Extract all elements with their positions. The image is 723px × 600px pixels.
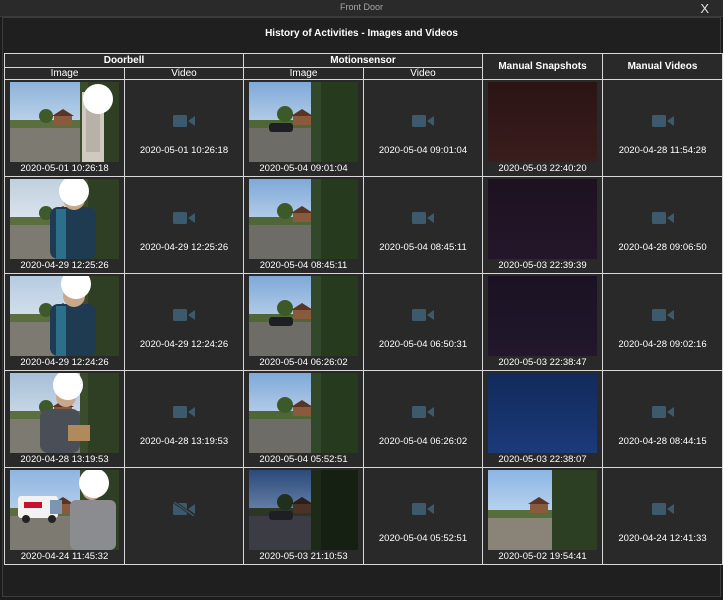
- motionsensor-header: Motionsensor: [243, 53, 483, 68]
- table-row: 2020-05-01 10:26:18 2020-05-01 10:26:18 …: [4, 79, 723, 177]
- thumbnail-image[interactable]: [488, 179, 597, 259]
- video-timestamp: 2020-04-24 12:41:33: [618, 533, 707, 544]
- manual-video-cell[interactable]: 2020-04-28 09:02:16: [602, 273, 723, 371]
- video-timestamp: 2020-04-28 11:54:28: [618, 145, 707, 156]
- thumbnail-image[interactable]: [488, 82, 597, 162]
- motion-image-cell[interactable]: 2020-05-04 08:45:11: [243, 176, 364, 274]
- motion-video-cell[interactable]: 2020-05-04 08:45:11: [363, 176, 483, 274]
- privacy-mask: [83, 84, 113, 114]
- manual-video-cell[interactable]: 2020-04-24 12:41:33: [602, 467, 723, 565]
- motion-image-cell[interactable]: 2020-05-04 09:01:04: [243, 79, 364, 177]
- manual-snapshot-cell[interactable]: 2020-05-03 22:40:20: [482, 79, 603, 177]
- image-timestamp: 2020-05-04 06:26:02: [259, 357, 348, 368]
- image-timestamp: 2020-05-03 22:40:20: [498, 163, 587, 174]
- video-timestamp: 2020-04-29 12:24:26: [139, 339, 229, 350]
- image-timestamp: 2020-04-24 11:45:32: [20, 551, 109, 562]
- manual-snapshot-cell[interactable]: 2020-05-03 22:39:39: [482, 176, 603, 274]
- doorbell-header: Doorbell: [4, 53, 244, 68]
- doorbell-video-cell[interactable]: 2020-04-29 12:24:26: [124, 273, 244, 371]
- thumbnail-image[interactable]: [10, 276, 119, 356]
- doorbell-image-cell[interactable]: 2020-04-28 13:19:53: [4, 370, 125, 468]
- thumbnail-image[interactable]: [249, 82, 358, 162]
- doorbell-video-cell[interactable]: 2020-05-01 10:26:18: [124, 79, 244, 177]
- doorbell-image-cell[interactable]: 2020-04-29 12:25:26: [4, 176, 125, 274]
- image-timestamp: 2020-04-28 13:19:53: [20, 454, 109, 465]
- image-timestamp: 2020-04-29 12:24:26: [20, 357, 109, 368]
- page-title: History of Activities - Images and Video…: [265, 28, 458, 39]
- thumbnail-image[interactable]: [10, 470, 119, 550]
- video-timestamp: 2020-05-04 06:26:02: [378, 436, 468, 447]
- video-timestamp: 2020-05-04 06:50:31: [378, 339, 468, 350]
- video-timestamp: 2020-05-04 08:45:11: [379, 242, 467, 253]
- window-title: Front Door: [339, 2, 383, 12]
- table-row: 2020-04-29 12:24:26 2020-04-29 12:24:26 …: [4, 273, 723, 371]
- thumbnail-image[interactable]: [10, 82, 119, 162]
- doorbell-video-cell[interactable]: 2020-04-28 13:19:53: [124, 370, 244, 468]
- motion-video-cell[interactable]: 2020-05-04 09:01:04: [363, 79, 483, 177]
- activity-table: Doorbell Motionsensor Manual Snapshots M…: [4, 53, 723, 565]
- thumbnail-image[interactable]: [488, 276, 597, 356]
- image-timestamp: 2020-05-02 19:54:41: [498, 551, 587, 562]
- doorbell-image-cell[interactable]: 2020-04-29 12:24:26: [4, 273, 125, 371]
- motion-image-cell[interactable]: 2020-05-04 05:52:51: [243, 370, 364, 468]
- motion-image-subheader: Image: [243, 67, 364, 80]
- video-timestamp: 2020-05-04 05:52:51: [378, 533, 468, 544]
- image-timestamp: 2020-05-04 05:52:51: [259, 454, 348, 465]
- video-timestamp: 2020-04-28 09:02:16: [618, 339, 707, 350]
- image-timestamp: 2020-04-29 12:25:26: [20, 260, 109, 271]
- video-timestamp: 2020-04-28 08:44:15: [618, 436, 707, 447]
- motion-video-cell[interactable]: 2020-05-04 05:52:51: [363, 467, 483, 565]
- motion-image-cell[interactable]: 2020-05-03 21:10:53: [243, 467, 364, 565]
- thumbnail-image[interactable]: [488, 373, 597, 453]
- motion-video-subheader: Video: [363, 67, 483, 80]
- manual-snapshot-cell[interactable]: 2020-05-02 19:54:41: [482, 467, 603, 565]
- video-timestamp: 2020-05-04 09:01:04: [378, 145, 468, 156]
- doorbell-video-cell[interactable]: [124, 467, 244, 565]
- image-timestamp: 2020-05-01 10:26:18: [20, 163, 109, 174]
- manual-snapshots-header: Manual Snapshots: [482, 53, 603, 80]
- video-timestamp: 2020-04-28 13:19:53: [139, 436, 229, 447]
- history-dialog: History of Activities - Images and Video…: [2, 17, 723, 597]
- image-timestamp: 2020-05-04 08:45:11: [259, 260, 348, 271]
- video-timestamp: 2020-04-28 09:06:50: [618, 242, 707, 253]
- video-timestamp: 2020-04-29 12:25:26: [139, 242, 229, 253]
- image-timestamp: 2020-05-03 22:39:39: [498, 260, 587, 271]
- motion-video-cell[interactable]: 2020-05-04 06:50:31: [363, 273, 483, 371]
- doorbell-video-subheader: Video: [124, 67, 244, 80]
- manual-video-cell[interactable]: 2020-04-28 11:54:28: [602, 79, 723, 177]
- image-timestamp: 2020-05-03 22:38:47: [498, 357, 587, 368]
- image-timestamp: 2020-05-04 09:01:04: [259, 163, 348, 174]
- image-timestamp: 2020-05-03 21:10:53: [259, 551, 348, 562]
- motion-image-cell[interactable]: 2020-05-04 06:26:02: [243, 273, 364, 371]
- thumbnail-image[interactable]: [10, 373, 119, 453]
- thumbnail-image[interactable]: [249, 276, 358, 356]
- table-row: 2020-04-29 12:25:26 2020-04-29 12:25:26 …: [4, 176, 723, 274]
- manual-video-cell[interactable]: 2020-04-28 09:06:50: [602, 176, 723, 274]
- doorbell-image-subheader: Image: [4, 67, 125, 80]
- thumbnail-image[interactable]: [249, 373, 358, 453]
- thumbnail-image[interactable]: [10, 179, 119, 259]
- manual-videos-header: Manual Videos: [602, 53, 723, 80]
- doorbell-video-cell[interactable]: 2020-04-29 12:25:26: [124, 176, 244, 274]
- manual-snapshot-cell[interactable]: 2020-05-03 22:38:07: [482, 370, 603, 468]
- window-titlebar: Front Door X: [0, 0, 723, 17]
- manual-snapshot-cell[interactable]: 2020-05-03 22:38:47: [482, 273, 603, 371]
- doorbell-image-cell[interactable]: 2020-05-01 10:26:18: [4, 79, 125, 177]
- manual-video-cell[interactable]: 2020-04-28 08:44:15: [602, 370, 723, 468]
- thumbnail-image[interactable]: [249, 179, 358, 259]
- motion-video-cell[interactable]: 2020-05-04 06:26:02: [363, 370, 483, 468]
- doorbell-image-cell[interactable]: 2020-04-24 11:45:32: [4, 467, 125, 565]
- table-row: 2020-04-24 11:45:32 2020-05-03 21:10:53: [4, 467, 723, 565]
- video-timestamp: 2020-05-01 10:26:18: [139, 145, 229, 156]
- thumbnail-image[interactable]: [488, 470, 597, 550]
- image-timestamp: 2020-05-03 22:38:07: [498, 454, 587, 465]
- close-button[interactable]: X: [700, 0, 709, 17]
- table-row: 2020-04-28 13:19:53 2020-04-28 13:19:53 …: [4, 370, 723, 468]
- thumbnail-image[interactable]: [249, 470, 358, 550]
